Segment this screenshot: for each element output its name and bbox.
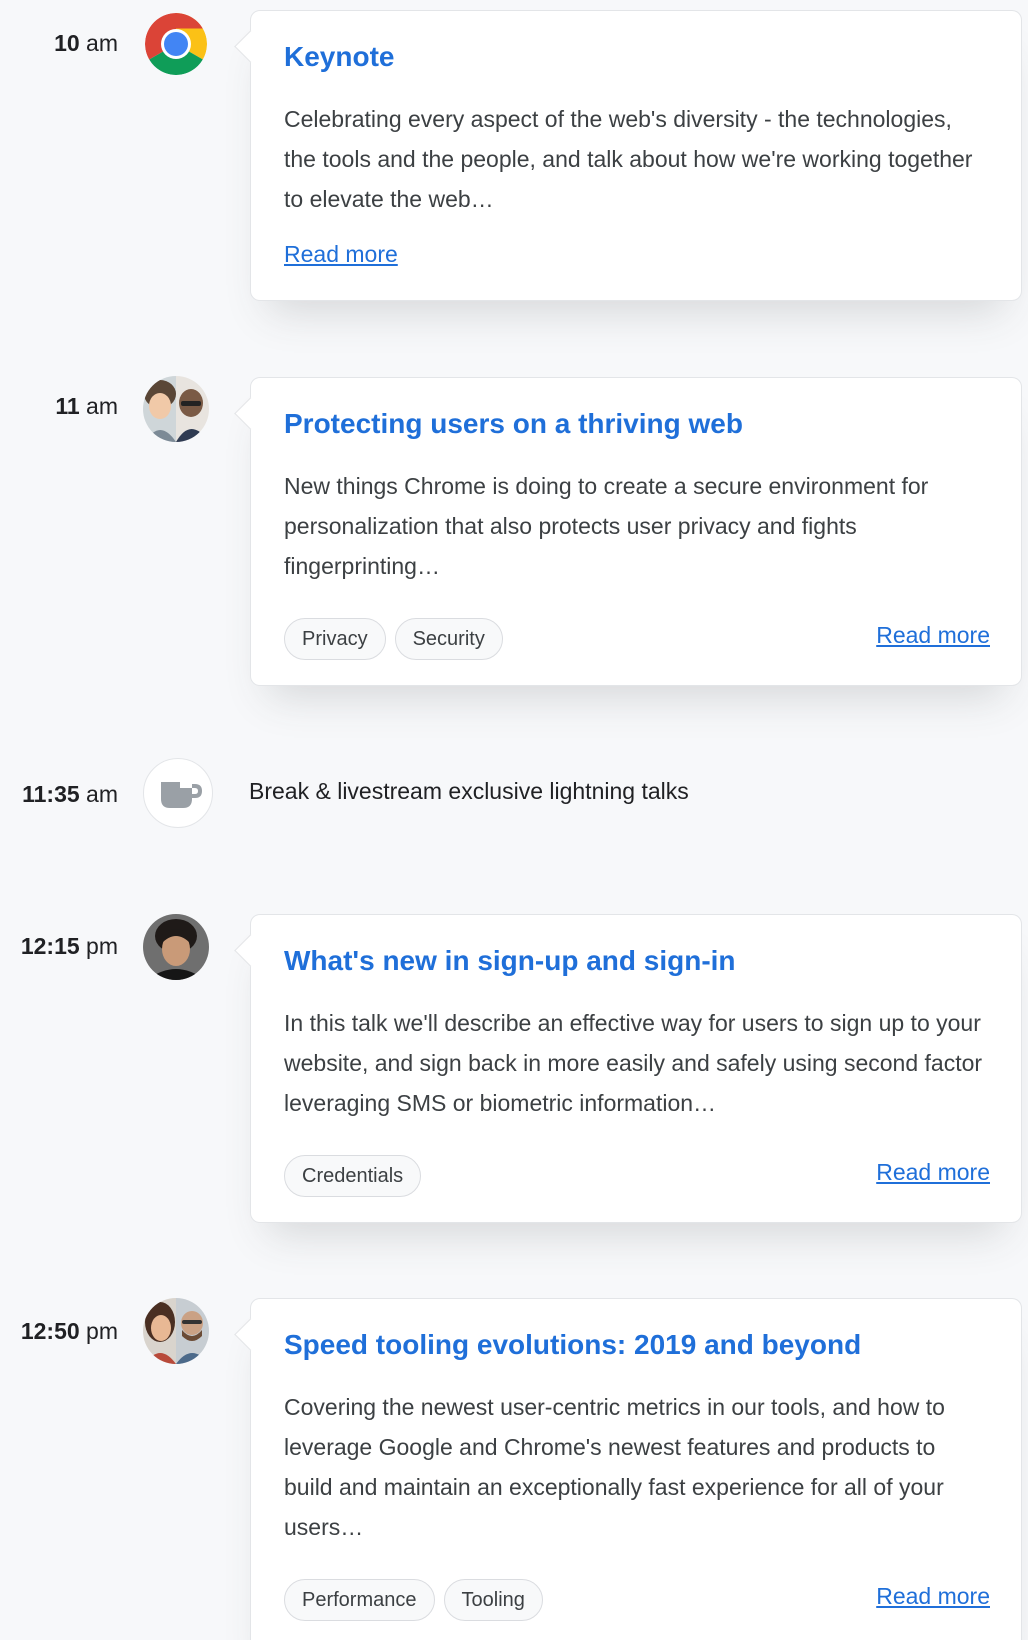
two-speakers-avatar [143,376,209,442]
read-more-link[interactable]: Read more [284,241,398,268]
break-description: Break & livestream exclusive lightning t… [249,778,689,804]
session-card-speed-tooling: Speed tooling evolutions: 2019 and beyon… [250,1298,1022,1640]
session-title[interactable]: Speed tooling evolutions: 2019 and beyon… [284,1329,861,1361]
tag-chip[interactable]: Credentials [284,1155,422,1197]
session-card-protecting-users: Protecting users on a thriving web New t… [250,377,1022,686]
session-description: New things Chrome is doing to create a s… [284,473,929,579]
tag-chip[interactable]: Privacy [284,618,386,660]
tag-chip[interactable]: Tooling [443,1579,543,1621]
session-title[interactable]: What's new in sign-up and sign-in [284,945,736,977]
session-card-sign-in: What's new in sign-up and sign-in In thi… [250,914,1022,1223]
slot-time: 11:35 am [22,781,118,807]
slot-time: 11 am [55,393,118,419]
session-card-keynote: Keynote Celebrating every aspect of the … [250,10,1022,301]
chrome-logo-icon [145,13,207,75]
coffee-cup-icon [143,758,213,828]
schedule-page: 10 am Keynote Celebrating every aspect o… [0,0,1028,1640]
slot-time: 12:15 pm [20,933,118,959]
slot-time: 10 am [54,30,118,56]
two-speakers-avatar [143,1298,209,1364]
session-title[interactable]: Keynote [284,41,394,73]
tag-list: Privacy Security [284,618,503,660]
read-more-link[interactable]: Read more [876,1159,990,1186]
read-more-link[interactable]: Read more [876,622,990,649]
session-description: Covering the newest user-centric metrics… [284,1394,945,1540]
tag-list: Performance Tooling [284,1579,543,1621]
read-more-link[interactable]: Read more [876,1583,990,1610]
session-title[interactable]: Protecting users on a thriving web [284,408,743,440]
tag-chip[interactable]: Performance [284,1579,435,1621]
session-description: Celebrating every aspect of the web's di… [284,106,973,212]
session-description: In this talk we'll describe an effective… [284,1010,983,1116]
tag-chip[interactable]: Security [394,618,503,660]
speaker-avatar [143,914,209,980]
slot-time: 12:50 pm [20,1318,118,1344]
tag-list: Credentials [284,1155,422,1197]
